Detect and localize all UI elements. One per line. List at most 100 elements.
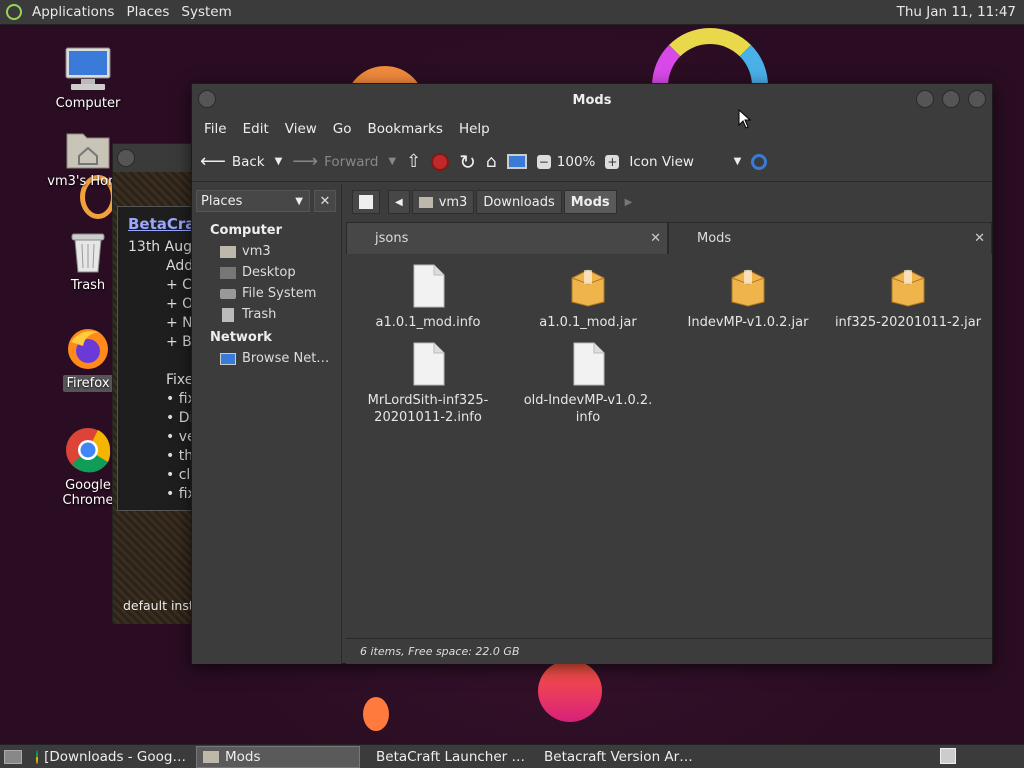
distro-logo-icon[interactable] bbox=[6, 4, 22, 20]
forward-button[interactable]: ⟶ Forward ▼ bbox=[292, 151, 396, 172]
home-icon bbox=[418, 196, 433, 208]
toolbar: ⟵ Back ▼ ⟶ Forward ▼ ⇧ ↻ ⌂ − 100% + Icon… bbox=[192, 142, 992, 182]
location-toggle-button[interactable] bbox=[352, 190, 380, 214]
workspace-switcher[interactable] bbox=[940, 748, 956, 764]
icon-view[interactable]: a1.0.1_mod.info a1.0.1_mod.jar IndevMP-v… bbox=[346, 254, 992, 638]
path-scroll-left-button[interactable]: ◀ bbox=[388, 190, 410, 214]
view-mode-select[interactable]: Icon View ▼ bbox=[629, 154, 741, 170]
taskbar-item-downloads-chrome[interactable]: [Downloads - Goog… bbox=[30, 746, 192, 768]
sidebar-head-network: Network bbox=[210, 330, 272, 345]
file-item[interactable]: inf325-20201011-2.jar bbox=[828, 264, 988, 331]
chevron-left-icon: ◀ bbox=[395, 196, 403, 208]
file-item[interactable]: a1.0.1_mod.jar bbox=[508, 264, 668, 331]
sidebar-item-trash[interactable]: Trash bbox=[192, 304, 341, 325]
close-side-pane-button[interactable]: ✕ bbox=[314, 190, 336, 212]
path-crumb-vm3[interactable]: vm3 bbox=[411, 190, 475, 214]
up-button[interactable]: ⇧ bbox=[406, 151, 421, 172]
window-titlebar[interactable]: Mods bbox=[192, 84, 992, 116]
sidebar-item-browse-network[interactable]: Browse Net… bbox=[192, 348, 341, 369]
changelog-line: Fixed bbox=[166, 372, 203, 388]
file-manager-window[interactable]: Mods File Edit View Go Bookmarks Help ⟵ … bbox=[191, 83, 993, 664]
firefox-icon bbox=[68, 329, 108, 369]
tab-jsons[interactable]: jsons ✕ bbox=[346, 222, 668, 254]
side-pane-type-select[interactable]: Places ▼ bbox=[196, 190, 310, 212]
back-history-dropdown-icon[interactable]: ▼ bbox=[275, 156, 283, 167]
path-crumb-downloads[interactable]: Downloads bbox=[476, 190, 562, 214]
betacraft-window-titlebar[interactable] bbox=[113, 144, 201, 172]
file-item[interactable]: IndevMP-v1.0.2.jar bbox=[668, 264, 828, 331]
home-button[interactable]: ⌂ bbox=[486, 152, 497, 172]
back-label: Back bbox=[231, 153, 265, 170]
reload-icon: ↻ bbox=[459, 149, 476, 174]
betacraft-window[interactable]: BetaCraft 13th August Added + C + O + N … bbox=[112, 143, 224, 624]
taskbar-item-mods[interactable]: Mods bbox=[196, 745, 360, 768]
show-desktop-icon[interactable] bbox=[4, 749, 22, 764]
file-name: IndevMP-v1.0.2.jar bbox=[687, 315, 809, 330]
changelog-line: • ve bbox=[166, 429, 196, 445]
menu-view[interactable]: View bbox=[277, 121, 325, 137]
search-button[interactable] bbox=[751, 153, 768, 170]
zoom-in-icon: + bbox=[605, 154, 620, 169]
taskbar-item-betacraft-version[interactable]: Betacraft Version Ar… bbox=[532, 746, 696, 768]
changelog-link[interactable]: BetaCraft bbox=[128, 215, 202, 233]
stop-button[interactable] bbox=[431, 152, 450, 171]
menu-edit[interactable]: Edit bbox=[235, 121, 277, 137]
computer-button[interactable] bbox=[506, 154, 527, 169]
clock[interactable]: Thu Jan 11, 11:47 bbox=[897, 4, 1016, 20]
menu-file[interactable]: File bbox=[196, 121, 235, 137]
path-crumb-mods[interactable]: Mods bbox=[563, 190, 617, 214]
top-panel: Applications Places System Thu Jan 11, 1… bbox=[0, 0, 1024, 25]
back-button[interactable]: ⟵ Back ▼ bbox=[200, 151, 282, 172]
window-menu-button[interactable] bbox=[117, 149, 135, 167]
zoom-level[interactable]: 100% bbox=[557, 154, 596, 170]
view-mode-value: Icon View bbox=[629, 153, 694, 170]
changelog-line: • Dis bbox=[166, 410, 201, 426]
desktop-icon-computer[interactable]: Computer bbox=[38, 46, 138, 111]
path-bar: ◀ vm3 Downloads Mods ▶ bbox=[346, 184, 992, 220]
maximize-button[interactable] bbox=[942, 90, 960, 108]
menu-bookmarks[interactable]: Bookmarks bbox=[360, 121, 451, 137]
forward-history-dropdown-icon[interactable]: ▼ bbox=[388, 156, 396, 167]
places-menu[interactable]: Places bbox=[120, 4, 175, 20]
close-button[interactable] bbox=[968, 90, 986, 108]
tab-label: jsons bbox=[375, 231, 409, 246]
menu-go[interactable]: Go bbox=[325, 121, 360, 137]
zoom-in-button[interactable]: + bbox=[605, 154, 620, 169]
close-tab-icon[interactable]: ✕ bbox=[650, 231, 661, 246]
taskbar-item-label: [Downloads - Goog… bbox=[44, 748, 186, 765]
sidebar-item-vm3[interactable]: vm3 bbox=[192, 241, 341, 262]
edit-location-icon bbox=[359, 195, 373, 209]
tab-mods[interactable]: Mods ✕ bbox=[668, 222, 992, 254]
side-pane: Places ▼ ✕ Computer vm3 Desktop File Sys… bbox=[192, 184, 342, 664]
trash-icon bbox=[71, 233, 105, 273]
close-tab-icon[interactable]: ✕ bbox=[974, 231, 985, 246]
package-icon bbox=[731, 269, 765, 307]
taskbar-item-label: BetaCraft Launcher … bbox=[376, 748, 526, 765]
chevron-down-icon: ▼ bbox=[295, 195, 303, 207]
changelog-line bbox=[128, 353, 192, 372]
file-item[interactable]: a1.0.1_mod.info bbox=[348, 264, 508, 331]
system-menu[interactable]: System bbox=[175, 4, 237, 20]
package-icon bbox=[571, 269, 605, 307]
file-item[interactable]: old-IndevMP-v1.0.2. info bbox=[508, 342, 668, 426]
applications-menu[interactable]: Applications bbox=[26, 4, 120, 20]
chrome-icon bbox=[36, 749, 39, 764]
menu-help[interactable]: Help bbox=[451, 121, 498, 137]
up-arrow-icon: ⇧ bbox=[406, 151, 422, 172]
minimize-button[interactable] bbox=[916, 90, 934, 108]
taskbar-item-betacraft-launcher[interactable]: BetaCraft Launcher … bbox=[364, 746, 528, 768]
sidebar-item-desktop[interactable]: Desktop bbox=[192, 262, 341, 283]
wallpaper-blob bbox=[538, 660, 602, 722]
file-name-line: info bbox=[575, 410, 601, 425]
sidebar-item-file-system[interactable]: File System bbox=[192, 283, 341, 304]
close-icon: ✕ bbox=[319, 193, 331, 209]
forward-label: Forward bbox=[324, 153, 379, 170]
path-scroll-right-icon[interactable]: ▶ bbox=[625, 197, 633, 208]
file-item[interactable]: MrLordSith-inf325- 20201011-2.info bbox=[348, 342, 508, 426]
sidebar-item-label: File System bbox=[242, 286, 317, 301]
taskbar-item-label: Mods bbox=[225, 748, 261, 765]
zoom-out-button[interactable]: − bbox=[536, 154, 551, 169]
window-menu-button[interactable] bbox=[198, 90, 216, 108]
file-name: a1.0.1_mod.jar bbox=[539, 315, 637, 330]
reload-button[interactable]: ↻ bbox=[459, 150, 476, 174]
